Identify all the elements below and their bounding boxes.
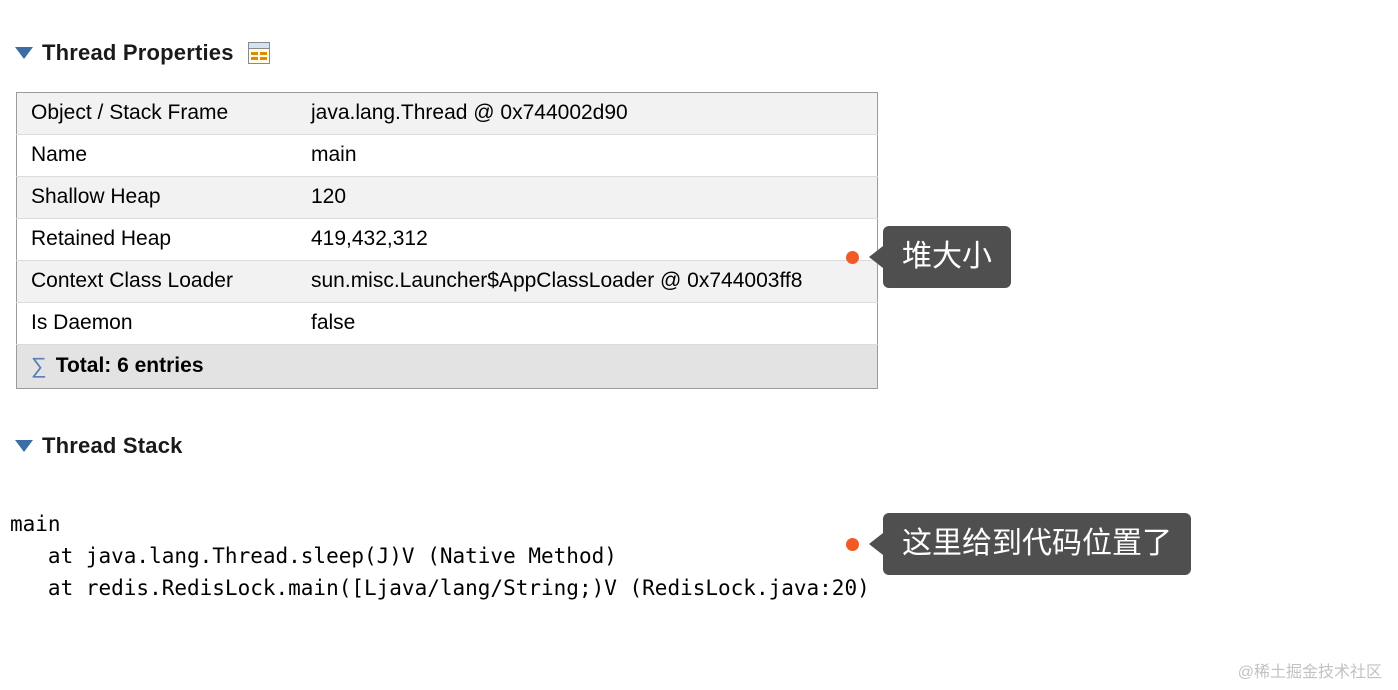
callout-bubble: 堆大小 [883, 226, 1011, 288]
table-row[interactable]: Context Class Loader sun.misc.Launcher$A… [17, 261, 878, 303]
thread-stack-title: Thread Stack [42, 433, 183, 459]
row-key: Is Daemon [17, 303, 298, 345]
total-empty [297, 345, 878, 389]
thread-properties-header: Thread Properties [15, 40, 1398, 66]
callout-heap: 堆大小 [846, 226, 1011, 288]
row-key: Retained Heap [17, 219, 298, 261]
row-value: false [297, 303, 878, 345]
thread-properties-title: Thread Properties [42, 40, 234, 66]
total-label: Total: 6 entries [56, 354, 204, 378]
row-value: sun.misc.Launcher$AppClassLoader @ 0x744… [297, 261, 878, 303]
table-row[interactable]: Name main [17, 135, 878, 177]
row-key: Name [17, 135, 298, 177]
table-row[interactable]: Retained Heap 419,432,312 [17, 219, 878, 261]
stack-line: main [10, 512, 61, 536]
callout-code-location: 这里给到代码位置了 [846, 513, 1191, 575]
sigma-icon: ∑ [31, 353, 47, 379]
table-total-row: ∑ Total: 6 entries [17, 345, 878, 389]
callout-dot-icon [846, 538, 859, 551]
row-key: Object / Stack Frame [17, 93, 298, 135]
callout-bubble: 这里给到代码位置了 [883, 513, 1191, 575]
callout-dot-icon [846, 251, 859, 264]
stack-line: at java.lang.Thread.sleep(J)V (Native Me… [10, 544, 617, 568]
thread-stack-header: Thread Stack [15, 433, 1398, 459]
stack-line: at redis.RedisLock.main([Ljava/lang/Stri… [10, 576, 870, 600]
row-value: 120 [297, 177, 878, 219]
row-value: 419,432,312 [297, 219, 878, 261]
thread-properties-table: Object / Stack Frame java.lang.Thread @ … [16, 92, 878, 389]
row-key: Shallow Heap [17, 177, 298, 219]
properties-icon [248, 42, 270, 64]
table-row[interactable]: Is Daemon false [17, 303, 878, 345]
watermark-text: @稀土掘金技术社区 [1238, 658, 1382, 682]
row-value: main [297, 135, 878, 177]
row-key: Context Class Loader [17, 261, 298, 303]
row-value: java.lang.Thread @ 0x744002d90 [297, 93, 878, 135]
table-row[interactable]: Shallow Heap 120 [17, 177, 878, 219]
collapse-icon[interactable] [15, 47, 33, 59]
collapse-icon[interactable] [15, 440, 33, 452]
table-row[interactable]: Object / Stack Frame java.lang.Thread @ … [17, 93, 878, 135]
